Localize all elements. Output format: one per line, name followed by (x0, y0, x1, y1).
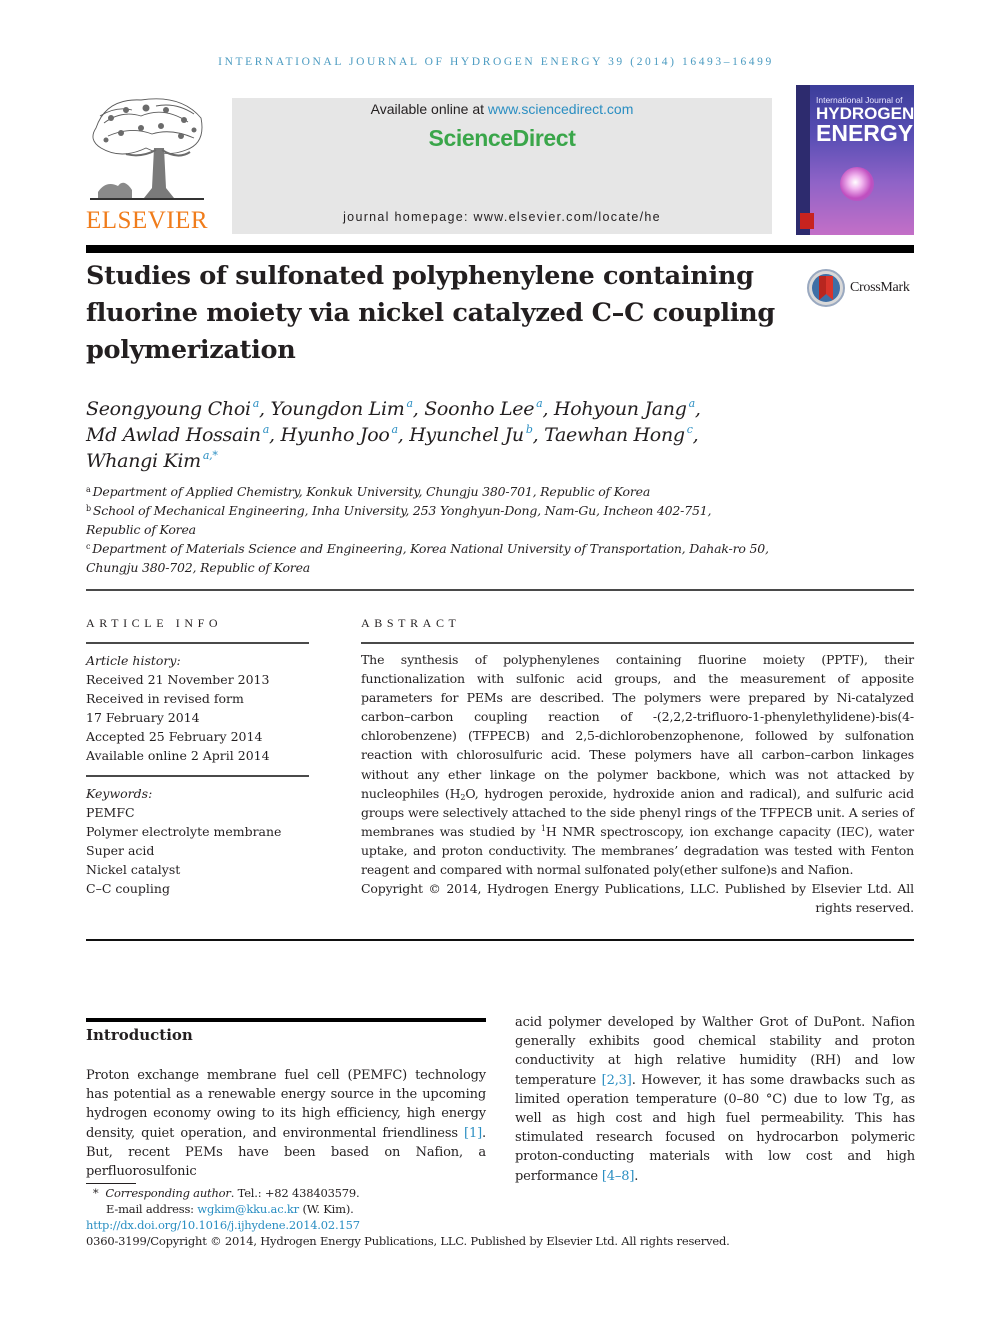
author[interactable]: Md Awlad Hossain a, (86, 424, 281, 446)
footnotes: * Corresponding author. Tel.: +82 438403… (86, 1185, 886, 1249)
footnote-rule (86, 1183, 136, 1184)
available-online: Available online at www.sciencedirect.co… (232, 101, 772, 117)
body-column-left: Proton exchange membrane fuel cell (PEMF… (86, 1068, 486, 1180)
author[interactable]: Hyunchel Ju b, (409, 424, 544, 446)
citation-link[interactable]: [2,3] (602, 1073, 632, 1088)
divider (86, 775, 309, 777)
affiliations: a Department of Applied Chemistry, Konkuk… (86, 482, 786, 577)
affiliation-b: b School of Mechanical Engineering, Inha … (86, 503, 712, 537)
author[interactable]: Taewhan Hong c, (544, 424, 699, 446)
section-rule (86, 1018, 486, 1022)
abstract-heading: ABSTRACT (361, 616, 461, 630)
available-prefix: Available online at (370, 101, 488, 117)
journal-homepage[interactable]: journal homepage: www.elsevier.com/locat… (232, 210, 772, 224)
elsevier-tree-icon (90, 98, 204, 200)
history-caption: Article history: (86, 653, 181, 668)
history-item: Received 21 November 2013 (86, 672, 270, 687)
crossmark-icon (807, 269, 845, 307)
abstract-body: The synthesis of polyphenylenes containi… (361, 650, 914, 917)
divider (86, 642, 309, 644)
author[interactable]: Youngdon Lim a, (271, 398, 425, 420)
section-heading-introduction: Introduction (86, 1026, 193, 1044)
citation-link[interactable]: [4–8] (602, 1169, 635, 1184)
keyword: Super acid (86, 843, 155, 858)
keyword: Nickel catalyst (86, 862, 181, 877)
email-link[interactable]: wgkim@kku.ac.kr (197, 1202, 299, 1216)
sciencedirect-logo[interactable]: ScienceDirect (232, 125, 772, 152)
affiliation-c: c Department of Materials Science and Eng… (86, 541, 769, 575)
keywords: Keywords: PEMFC Polymer electrolyte memb… (86, 784, 316, 898)
history-item: Received in revised form (86, 691, 244, 706)
author-list: Seongyoung Choi a, Youngdon Lim a, Soonho … (86, 396, 786, 474)
keyword: Polymer electrolyte membrane (86, 824, 282, 839)
citation-link[interactable]: [1] (464, 1126, 482, 1141)
divider (86, 939, 914, 941)
history-item: 17 February 2014 (86, 710, 200, 725)
article-title: Studies of sulfonated polyphenylene cont… (86, 261, 775, 365)
email-note: E-mail address: wgkim@kku.ac.kr (W. Kim)… (106, 1202, 354, 1216)
header-rule (86, 245, 914, 253)
crossmark-label: CrossMark (850, 280, 910, 295)
article-history: Article history: Received 21 November 20… (86, 651, 316, 765)
running-head: INTERNATIONAL JOURNAL OF HYDROGEN ENERGY… (218, 56, 774, 68)
author[interactable]: Seongyoung Choi a, (86, 398, 271, 420)
abstract-copyright: Copyright © 2014, Hydrogen Energy Public… (361, 881, 914, 916)
sciencedirect-banner: Available online at www.sciencedirect.co… (232, 98, 772, 234)
keyword: PEMFC (86, 805, 135, 820)
cover-badge (800, 213, 814, 229)
author[interactable]: Soonho Lee a, (424, 398, 554, 420)
article-info-heading: ARTICLE INFO (86, 616, 223, 630)
keyword: C–C coupling (86, 881, 170, 896)
issn-copyright: 0360-3199/Copyright © 2014, Hydrogen Ene… (86, 1234, 730, 1248)
cover-orb-graphic (840, 167, 874, 201)
elsevier-logo[interactable]: ELSEVIER (86, 88, 208, 234)
sciencedirect-link[interactable]: www.sciencedirect.com (488, 101, 634, 117)
keywords-caption: Keywords: (86, 786, 153, 801)
divider (86, 589, 914, 591)
author[interactable]: Whangi Kim a,* (86, 450, 218, 472)
body-column-right: acid polymer developed by Walther Grot o… (515, 1015, 915, 1184)
crossmark-button[interactable]: CrossMark (806, 268, 918, 308)
divider (361, 642, 914, 644)
affiliation-a: a Department of Applied Chemistry, Konkuk… (86, 484, 651, 499)
abstract-paragraph: The synthesis of polyphenylenes containi… (361, 652, 915, 878)
cover-line-3: ENERGY (816, 120, 914, 146)
history-item: Accepted 25 February 2014 (86, 729, 263, 744)
doi-link[interactable]: http://dx.doi.org/10.1016/j.ijhydene.201… (86, 1218, 360, 1232)
elsevier-wordmark: ELSEVIER (86, 207, 209, 234)
author[interactable]: Hyunho Joo a, (281, 424, 410, 446)
corresponding-author-note: * Corresponding author. Tel.: +82 438403… (92, 1186, 360, 1200)
journal-cover[interactable]: International Journal of HYDROGEN ENERGY (796, 85, 914, 235)
author[interactable]: Hohyoun Jang a, (554, 398, 701, 420)
history-item: Available online 2 April 2014 (86, 748, 270, 763)
